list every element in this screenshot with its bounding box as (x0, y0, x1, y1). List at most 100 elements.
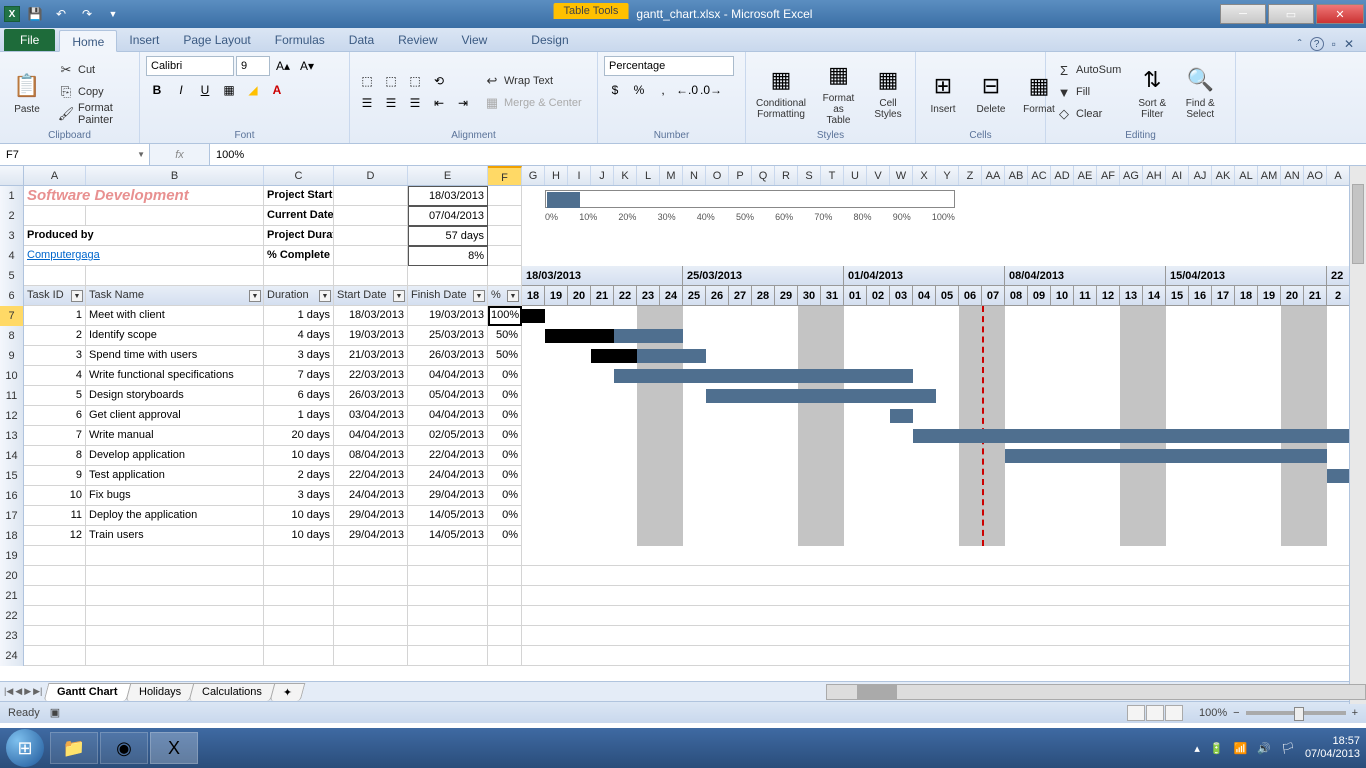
percent-icon[interactable]: % (628, 80, 650, 100)
filter-arrow-icon[interactable]: ▼ (473, 290, 485, 302)
gantt-bar[interactable] (1327, 469, 1350, 483)
column-header[interactable]: M (660, 166, 683, 185)
select-all-corner[interactable] (0, 166, 24, 185)
cell[interactable] (408, 546, 488, 566)
cell[interactable]: 7 (24, 426, 86, 446)
copy-button[interactable]: ⎘Copy (54, 82, 133, 102)
filter-arrow-icon[interactable]: ▼ (393, 290, 405, 302)
align-center-icon[interactable]: ☰ (380, 93, 402, 113)
cell[interactable]: 4 (24, 366, 86, 386)
tab-formulas[interactable]: Formulas (263, 29, 337, 51)
start-button[interactable]: ⊞ (6, 729, 44, 767)
decrease-decimal-icon[interactable]: .0→ (700, 80, 722, 100)
column-header[interactable]: S (798, 166, 821, 185)
column-header[interactable]: AM (1258, 166, 1281, 185)
column-header[interactable]: B (86, 166, 264, 185)
vertical-scrollbar[interactable] (1349, 166, 1366, 704)
cell[interactable] (24, 206, 86, 226)
cell[interactable] (408, 626, 488, 646)
cell[interactable]: Meet with client (86, 306, 264, 326)
cell[interactable] (488, 586, 522, 606)
tab-data[interactable]: Data (337, 29, 386, 51)
column-header[interactable]: J (591, 166, 614, 185)
cell[interactable]: 0% (488, 386, 522, 406)
taskbar-excel-icon[interactable]: X (150, 732, 198, 764)
row-header[interactable]: 9 (0, 346, 24, 366)
cell[interactable]: Deploy the application (86, 506, 264, 526)
window-close-icon[interactable]: ✕ (1344, 37, 1354, 51)
cell[interactable] (86, 606, 264, 626)
cell[interactable]: 04/04/2013 (408, 366, 488, 386)
window-restore-icon[interactable]: ▫ (1332, 37, 1336, 51)
cell[interactable]: 08/04/2013 (334, 446, 408, 466)
cell[interactable]: Task Name▼ (86, 286, 264, 306)
cell[interactable] (334, 606, 408, 626)
cell[interactable]: Software Development (24, 186, 264, 206)
cell[interactable] (264, 646, 334, 666)
align-top-icon[interactable]: ⬚ (356, 71, 378, 91)
tray-network-icon[interactable]: 📶 (1234, 742, 1248, 755)
tab-nav-prev-icon[interactable]: ◀ (15, 686, 22, 697)
filter-arrow-icon[interactable]: ▼ (507, 290, 519, 302)
cell[interactable] (334, 266, 408, 286)
cell[interactable] (334, 626, 408, 646)
cell[interactable]: 0% (488, 486, 522, 506)
zoom-level[interactable]: 100% (1199, 707, 1227, 719)
tab-design[interactable]: Design (519, 29, 580, 51)
cell[interactable]: 1 days (264, 406, 334, 426)
row-header[interactable]: 13 (0, 426, 24, 446)
cell[interactable]: Get client approval (86, 406, 264, 426)
cell[interactable] (488, 186, 522, 206)
cell[interactable]: 12 (24, 526, 86, 546)
cell[interactable]: 29/04/2013 (334, 526, 408, 546)
cell[interactable]: 6 days (264, 386, 334, 406)
align-right-icon[interactable]: ☰ (404, 93, 426, 113)
cell[interactable]: 3 days (264, 346, 334, 366)
cell[interactable]: 50% (488, 346, 522, 366)
tab-nav-first-icon[interactable]: |◀ (4, 686, 13, 697)
cell[interactable] (488, 626, 522, 646)
zoom-in-icon[interactable]: + (1352, 707, 1358, 719)
cell[interactable]: Current Date (264, 206, 334, 226)
minimize-button[interactable]: ─ (1220, 4, 1266, 24)
cell[interactable]: 21/03/2013 (334, 346, 408, 366)
wrap-text-button[interactable]: ↩Wrap Text (480, 71, 586, 91)
cell[interactable] (334, 546, 408, 566)
cell[interactable] (334, 586, 408, 606)
column-header[interactable]: A (24, 166, 86, 185)
fill-color-button[interactable]: ◢ (242, 80, 264, 100)
fx-button[interactable]: fx (150, 144, 210, 165)
cell[interactable]: 29/04/2013 (408, 486, 488, 506)
row-header[interactable]: 4 (0, 246, 24, 266)
increase-indent-icon[interactable]: ⇥ (452, 93, 474, 113)
sheet-tab[interactable]: Calculations (189, 683, 276, 701)
autosum-button[interactable]: ΣAutoSum (1052, 60, 1125, 80)
cell[interactable] (488, 646, 522, 666)
cell[interactable] (488, 606, 522, 626)
row-header[interactable]: 21 (0, 586, 24, 606)
column-header[interactable]: U (844, 166, 867, 185)
column-header[interactable]: R (775, 166, 798, 185)
cell[interactable]: 0% (488, 466, 522, 486)
filter-arrow-icon[interactable]: ▼ (319, 290, 331, 302)
insert-cells-button[interactable]: ⊞Insert (922, 56, 964, 128)
row-header[interactable]: 19 (0, 546, 24, 566)
cell[interactable] (264, 586, 334, 606)
tab-page-layout[interactable]: Page Layout (171, 29, 262, 51)
tab-nav-last-icon[interactable]: ▶| (33, 686, 42, 697)
row-header[interactable]: 5 (0, 266, 24, 286)
cell[interactable]: 0% (488, 426, 522, 446)
cell[interactable] (86, 626, 264, 646)
increase-font-icon[interactable]: A▴ (272, 56, 294, 76)
view-layout-icon[interactable] (1146, 705, 1164, 721)
cell[interactable]: 02/05/2013 (408, 426, 488, 446)
cell[interactable]: 1 (24, 306, 86, 326)
cell[interactable]: 04/04/2013 (334, 426, 408, 446)
cell[interactable]: 6 (24, 406, 86, 426)
cell[interactable]: 8 (24, 446, 86, 466)
cell[interactable] (264, 546, 334, 566)
underline-button[interactable]: U (194, 80, 216, 100)
column-header[interactable]: Q (752, 166, 775, 185)
cell[interactable] (86, 206, 264, 226)
align-left-icon[interactable]: ☰ (356, 93, 378, 113)
